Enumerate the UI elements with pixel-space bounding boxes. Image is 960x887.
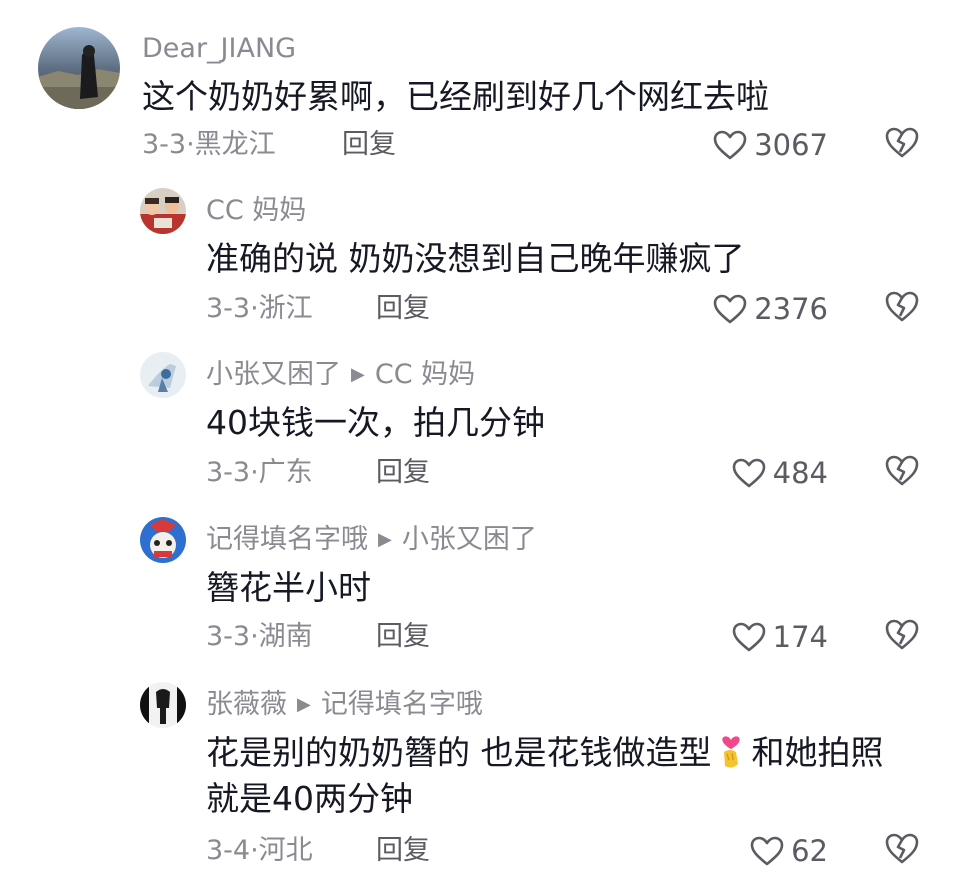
username[interactable]: 张薇薇 <box>206 689 287 720</box>
like-button[interactable]: 174 <box>731 617 828 657</box>
username[interactable]: Dear_JIANG <box>142 33 296 64</box>
comment-footer: 3-3·广东 回复 484 <box>0 453 960 493</box>
comment-username[interactable]: CC 妈妈 <box>206 194 306 228</box>
avatar[interactable] <box>140 682 186 728</box>
reply-button[interactable]: 回复 <box>342 125 396 165</box>
comment-footer: 3-3·黑龙江 回复 3067 <box>0 125 960 165</box>
reply-button[interactable]: 回复 <box>376 831 430 871</box>
like-button[interactable]: 3067 <box>712 125 828 165</box>
heart-hands-emoji-icon <box>721 736 740 768</box>
like-count: 484 <box>772 456 828 490</box>
avatar-light-blue-icon <box>140 352 186 398</box>
comment-footer: 3-3·浙江 回复 2376 <box>0 289 960 329</box>
like-count: 3067 <box>754 128 828 162</box>
heart-icon <box>750 836 784 866</box>
heart-icon <box>713 294 747 324</box>
reply-arrow-icon: ▶ <box>297 694 311 715</box>
like-button[interactable]: 484 <box>731 453 828 493</box>
like-button[interactable]: 2376 <box>712 289 828 329</box>
avatar-black-white-icon <box>140 682 186 728</box>
avatar[interactable] <box>38 27 120 109</box>
username[interactable]: 小张又困了 <box>206 359 341 390</box>
reply-to-username[interactable]: CC 妈妈 <box>375 359 475 390</box>
comment-username[interactable]: Dear_JIANG <box>142 32 296 66</box>
comment-username[interactable]: 记得填名字哦 ▶ 小张又困了 <box>206 523 537 557</box>
comment-date-location: 3-3·广东 <box>206 457 313 488</box>
reply-button[interactable]: 回复 <box>376 617 430 657</box>
reply-to-username[interactable]: 记得填名字哦 <box>321 689 483 720</box>
broken-heart-icon[interactable] <box>883 453 921 487</box>
heart-icon <box>732 458 765 488</box>
comment-username[interactable]: 小张又困了 ▶ CC 妈妈 <box>206 358 475 392</box>
comment-date-location: 3-4·河北 <box>206 835 313 866</box>
like-count: 174 <box>772 620 828 654</box>
comment-thread: Dear_JIANG 这个奶奶好累啊，已经刷到好几个网红去啦 3-3·黑龙江 回… <box>0 0 960 887</box>
comment-text: 簪花半小时 <box>206 568 371 607</box>
heart-icon <box>732 622 765 652</box>
broken-heart-icon[interactable] <box>883 617 921 651</box>
avatar[interactable] <box>140 517 186 563</box>
avatar-cartoon-icon <box>140 517 186 563</box>
heart-icon <box>713 130 747 160</box>
reply-to-username[interactable]: 小张又困了 <box>402 524 537 555</box>
comment-footer: 3-4·河北 回复 62 <box>0 831 960 871</box>
reply-arrow-icon: ▶ <box>351 364 365 385</box>
like-count: 2376 <box>754 292 828 326</box>
comment-username[interactable]: 张薇薇 ▶ 记得填名字哦 <box>206 688 483 722</box>
username[interactable]: CC 妈妈 <box>206 195 306 226</box>
comment-text-part: 花是别的奶奶簪的 也是花钱做造型 <box>206 733 712 772</box>
comment-text: 花是别的奶奶簪的 也是花钱做造型 和她拍照就是40两分钟 <box>206 730 906 822</box>
avatar[interactable] <box>140 352 186 398</box>
broken-heart-icon[interactable] <box>883 831 921 865</box>
comment-text: 这个奶奶好累啊，已经刷到好几个网红去啦 <box>142 77 769 116</box>
broken-heart-icon[interactable] <box>883 125 921 159</box>
like-button[interactable]: 62 <box>749 831 828 871</box>
comment-date-location: 3-3·浙江 <box>206 293 313 324</box>
reply-button[interactable]: 回复 <box>376 289 430 329</box>
avatar-dark-figure-icon <box>38 27 120 109</box>
comment-text: 40块钱一次，拍几分钟 <box>206 403 545 442</box>
comment-date-location: 3-3·湖南 <box>206 621 313 652</box>
avatar-group-photo-icon <box>140 188 186 234</box>
comment-footer: 3-3·湖南 回复 174 <box>0 617 960 657</box>
comment-text: 准确的说 奶奶没想到自己晚年赚疯了 <box>206 239 745 278</box>
reply-arrow-icon: ▶ <box>378 529 392 550</box>
username[interactable]: 记得填名字哦 <box>206 524 368 555</box>
comment-date-location: 3-3·黑龙江 <box>142 129 276 160</box>
like-count: 62 <box>791 834 828 868</box>
avatar[interactable] <box>140 188 186 234</box>
reply-button[interactable]: 回复 <box>376 453 430 493</box>
broken-heart-icon[interactable] <box>883 289 921 323</box>
